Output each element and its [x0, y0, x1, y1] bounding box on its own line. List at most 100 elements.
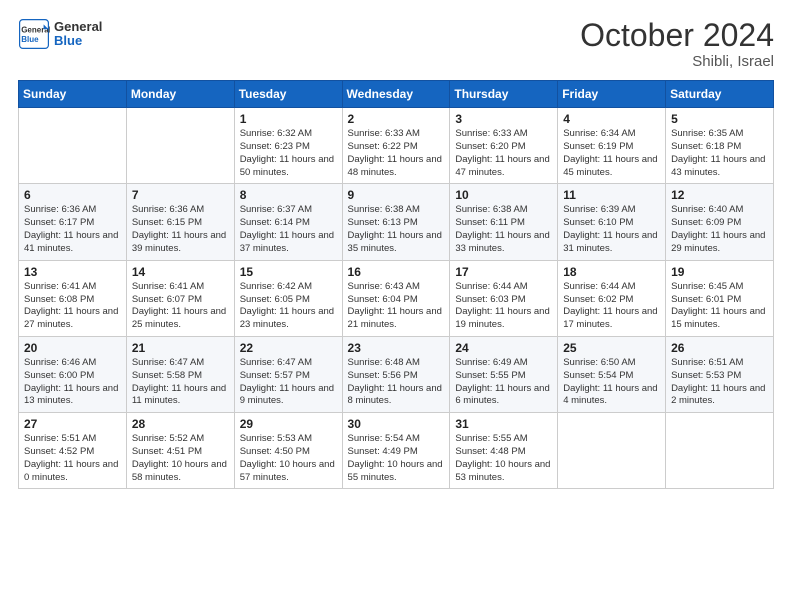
day-number-20: 20 [24, 341, 121, 355]
day-info-24: Sunrise: 6:49 AM Sunset: 5:55 PM Dayligh… [455, 357, 552, 408]
day-number-29: 29 [240, 417, 337, 431]
day-info-20: Sunrise: 6:46 AM Sunset: 6:00 PM Dayligh… [24, 357, 121, 408]
day-info-29: Sunrise: 5:53 AM Sunset: 4:50 PM Dayligh… [240, 433, 337, 484]
day-info-9: Sunrise: 6:38 AM Sunset: 6:13 PM Dayligh… [348, 204, 445, 255]
calendar-cell-w3-d4: 16 Sunrise: 6:43 AM Sunset: 6:04 PM Dayli… [342, 260, 450, 336]
calendar-table: Sunday Monday Tuesday Wednesday Thursday… [18, 80, 774, 489]
day-info-15: Sunrise: 6:42 AM Sunset: 6:05 PM Dayligh… [240, 281, 337, 332]
calendar-cell-w1-d4: 2Sunrise: 6:33 AM Sunset: 6:22 PM Daylig… [342, 108, 450, 184]
calendar-cell-w1-d7: 5Sunrise: 6:35 AM Sunset: 6:18 PM Daylig… [666, 108, 774, 184]
calendar-cell-w4-d3: 22 Sunrise: 6:47 AM Sunset: 5:57 PM Dayli… [234, 336, 342, 412]
day-info-3: Sunrise: 6:33 AM Sunset: 6:20 PM Dayligh… [455, 128, 552, 179]
calendar-cell-w4-d5: 24Sunrise: 6:49 AM Sunset: 5:55 PM Dayli… [450, 336, 558, 412]
calendar-cell-w5-d1: 27 Sunrise: 5:51 AM Sunset: 4:52 PM Dayli… [19, 413, 127, 489]
svg-text:Blue: Blue [21, 35, 39, 44]
calendar-cell-w3-d5: 17 Sunrise: 6:44 AM Sunset: 6:03 PM Dayli… [450, 260, 558, 336]
day-info-12: Sunrise: 6:40 AM Sunset: 6:09 PM Dayligh… [671, 204, 768, 255]
day-number-18: 18 [563, 265, 660, 279]
day-info-22: Sunrise: 6:47 AM Sunset: 5:57 PM Dayligh… [240, 357, 337, 408]
day-number-12: 12 [671, 188, 768, 202]
day-number-25: 25 [563, 341, 660, 355]
day-number-22: 22 [240, 341, 337, 355]
col-thursday: Thursday [450, 81, 558, 108]
day-info-1: Sunrise: 6:32 AM Sunset: 6:23 PM Dayligh… [240, 128, 337, 179]
day-number-3: 3 [455, 112, 552, 126]
calendar-cell-w2-d4: 9 Sunrise: 6:38 AM Sunset: 6:13 PM Daylig… [342, 184, 450, 260]
calendar-cell-w3-d7: 19 Sunrise: 6:45 AM Sunset: 6:01 PM Dayli… [666, 260, 774, 336]
calendar-cell-w5-d6 [558, 413, 666, 489]
calendar-cell-w5-d5: 31 Sunrise: 5:55 AM Sunset: 4:48 PM Dayli… [450, 413, 558, 489]
calendar-week-4: 20 Sunrise: 6:46 AM Sunset: 6:00 PM Dayli… [19, 336, 774, 412]
day-number-13: 13 [24, 265, 121, 279]
calendar-cell-w1-d2 [126, 108, 234, 184]
calendar-cell-w2-d3: 8Sunrise: 6:37 AM Sunset: 6:14 PM Daylig… [234, 184, 342, 260]
logo-blue-text: Blue [54, 34, 102, 48]
calendar-cell-w4-d4: 23Sunrise: 6:48 AM Sunset: 5:56 PM Dayli… [342, 336, 450, 412]
day-number-17: 17 [455, 265, 552, 279]
day-number-27: 27 [24, 417, 121, 431]
day-number-9: 9 [348, 188, 445, 202]
location: Shibli, Israel [580, 53, 774, 70]
logo-general-text: General [54, 20, 102, 34]
col-friday: Friday [558, 81, 666, 108]
day-info-7: Sunrise: 6:36 AM Sunset: 6:15 PM Dayligh… [132, 204, 229, 255]
day-info-17: Sunrise: 6:44 AM Sunset: 6:03 PM Dayligh… [455, 281, 552, 332]
day-number-23: 23 [348, 341, 445, 355]
calendar-week-1: 1 Sunrise: 6:32 AM Sunset: 6:23 PM Daylig… [19, 108, 774, 184]
calendar-week-5: 27 Sunrise: 5:51 AM Sunset: 4:52 PM Dayli… [19, 413, 774, 489]
day-info-18: Sunrise: 6:44 AM Sunset: 6:02 PM Dayligh… [563, 281, 660, 332]
day-info-31: Sunrise: 5:55 AM Sunset: 4:48 PM Dayligh… [455, 433, 552, 484]
calendar-header-row: Sunday Monday Tuesday Wednesday Thursday… [19, 81, 774, 108]
calendar-cell-w4-d7: 26Sunrise: 6:51 AM Sunset: 5:53 PM Dayli… [666, 336, 774, 412]
day-number-26: 26 [671, 341, 768, 355]
calendar-cell-w4-d6: 25Sunrise: 6:50 AM Sunset: 5:54 PM Dayli… [558, 336, 666, 412]
logo: General Blue General Blue [18, 18, 102, 50]
calendar-cell-w2-d5: 10 Sunrise: 6:38 AM Sunset: 6:11 PM Dayli… [450, 184, 558, 260]
day-number-31: 31 [455, 417, 552, 431]
day-number-19: 19 [671, 265, 768, 279]
col-monday: Monday [126, 81, 234, 108]
day-number-7: 7 [132, 188, 229, 202]
day-number-2: 2 [348, 112, 445, 126]
day-info-19: Sunrise: 6:45 AM Sunset: 6:01 PM Dayligh… [671, 281, 768, 332]
day-number-28: 28 [132, 417, 229, 431]
day-info-21: Sunrise: 6:47 AM Sunset: 5:58 PM Dayligh… [132, 357, 229, 408]
day-number-15: 15 [240, 265, 337, 279]
calendar-cell-w3-d1: 13Sunrise: 6:41 AM Sunset: 6:08 PM Dayli… [19, 260, 127, 336]
day-number-30: 30 [348, 417, 445, 431]
day-info-11: Sunrise: 6:39 AM Sunset: 6:10 PM Dayligh… [563, 204, 660, 255]
col-sunday: Sunday [19, 81, 127, 108]
title-block: October 2024 Shibli, Israel [580, 18, 774, 70]
day-info-16: Sunrise: 6:43 AM Sunset: 6:04 PM Dayligh… [348, 281, 445, 332]
logo-icon: General Blue [18, 18, 50, 50]
day-info-10: Sunrise: 6:38 AM Sunset: 6:11 PM Dayligh… [455, 204, 552, 255]
day-info-4: Sunrise: 6:34 AM Sunset: 6:19 PM Dayligh… [563, 128, 660, 179]
header: General Blue General Blue October 2024 S… [18, 18, 774, 70]
calendar-cell-w2-d6: 11 Sunrise: 6:39 AM Sunset: 6:10 PM Dayli… [558, 184, 666, 260]
col-tuesday: Tuesday [234, 81, 342, 108]
col-saturday: Saturday [666, 81, 774, 108]
page: General Blue General Blue October 2024 S… [0, 0, 792, 612]
day-info-28: Sunrise: 5:52 AM Sunset: 4:51 PM Dayligh… [132, 433, 229, 484]
calendar-cell-w3-d6: 18 Sunrise: 6:44 AM Sunset: 6:02 PM Dayli… [558, 260, 666, 336]
day-number-5: 5 [671, 112, 768, 126]
day-number-16: 16 [348, 265, 445, 279]
calendar-cell-w4-d1: 20 Sunrise: 6:46 AM Sunset: 6:00 PM Dayli… [19, 336, 127, 412]
calendar-cell-w3-d2: 14Sunrise: 6:41 AM Sunset: 6:07 PM Dayli… [126, 260, 234, 336]
day-number-21: 21 [132, 341, 229, 355]
day-number-4: 4 [563, 112, 660, 126]
month-title: October 2024 [580, 18, 774, 53]
day-info-30: Sunrise: 5:54 AM Sunset: 4:49 PM Dayligh… [348, 433, 445, 484]
col-wednesday: Wednesday [342, 81, 450, 108]
calendar-cell-w4-d2: 21 Sunrise: 6:47 AM Sunset: 5:58 PM Dayli… [126, 336, 234, 412]
calendar-cell-w1-d5: 3 Sunrise: 6:33 AM Sunset: 6:20 PM Daylig… [450, 108, 558, 184]
calendar-cell-w1-d3: 1 Sunrise: 6:32 AM Sunset: 6:23 PM Daylig… [234, 108, 342, 184]
day-number-1: 1 [240, 112, 337, 126]
calendar-cell-w2-d7: 12 Sunrise: 6:40 AM Sunset: 6:09 PM Dayli… [666, 184, 774, 260]
calendar-cell-w3-d3: 15 Sunrise: 6:42 AM Sunset: 6:05 PM Dayli… [234, 260, 342, 336]
day-number-10: 10 [455, 188, 552, 202]
day-number-11: 11 [563, 188, 660, 202]
calendar-cell-w5-d7 [666, 413, 774, 489]
logo-text: General Blue [54, 20, 102, 49]
day-info-27: Sunrise: 5:51 AM Sunset: 4:52 PM Dayligh… [24, 433, 121, 484]
